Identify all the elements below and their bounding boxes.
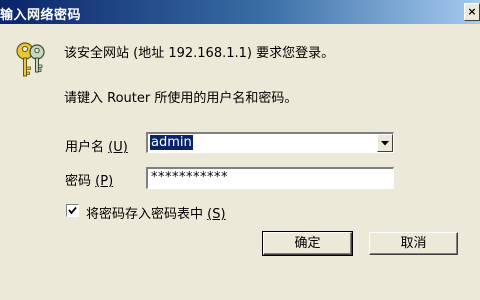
keys-icon <box>14 40 48 80</box>
password-label-text: 密码 <box>65 174 92 189</box>
router-credentials-message: 请键入 Router 所使用的用户名和密码。 <box>64 91 298 106</box>
password-label: 密码 (P) <box>65 170 113 189</box>
password-mnemonic: (P) <box>95 174 114 189</box>
close-icon: × <box>467 5 477 18</box>
username-combobox[interactable]: admin <box>146 132 394 153</box>
cancel-button[interactable]: 取消 <box>369 232 458 255</box>
username-dropdown-button[interactable] <box>377 134 393 152</box>
network-password-dialog: 输入网络密码 × 该安全网站 (地址 192.168.1.1) 要求您登录。 请… <box>0 0 480 300</box>
ok-button[interactable]: 确定 <box>262 231 353 256</box>
password-field[interactable]: *********** <box>146 167 394 189</box>
window-title: 输入网络密码 <box>0 8 82 23</box>
remember-password-label[interactable]: 将密码存入密码表中 (S) <box>86 203 226 222</box>
title-bar[interactable]: 输入网络密码 × <box>0 0 480 24</box>
username-mnemonic: (U) <box>108 140 128 155</box>
remember-password-mnemonic: (S) <box>207 207 226 222</box>
username-value[interactable]: admin <box>150 135 193 150</box>
chevron-down-icon <box>381 141 389 146</box>
username-label: 用户名 (U) <box>65 136 128 155</box>
remember-password-text: 将密码存入密码表中 <box>86 207 204 222</box>
site-login-message: 该安全网站 (地址 192.168.1.1) 要求您登录。 <box>64 46 335 61</box>
checkmark-icon <box>68 206 77 215</box>
remember-password-checkbox[interactable] <box>66 204 79 217</box>
username-label-text: 用户名 <box>65 140 105 155</box>
close-button[interactable]: × <box>464 3 480 21</box>
